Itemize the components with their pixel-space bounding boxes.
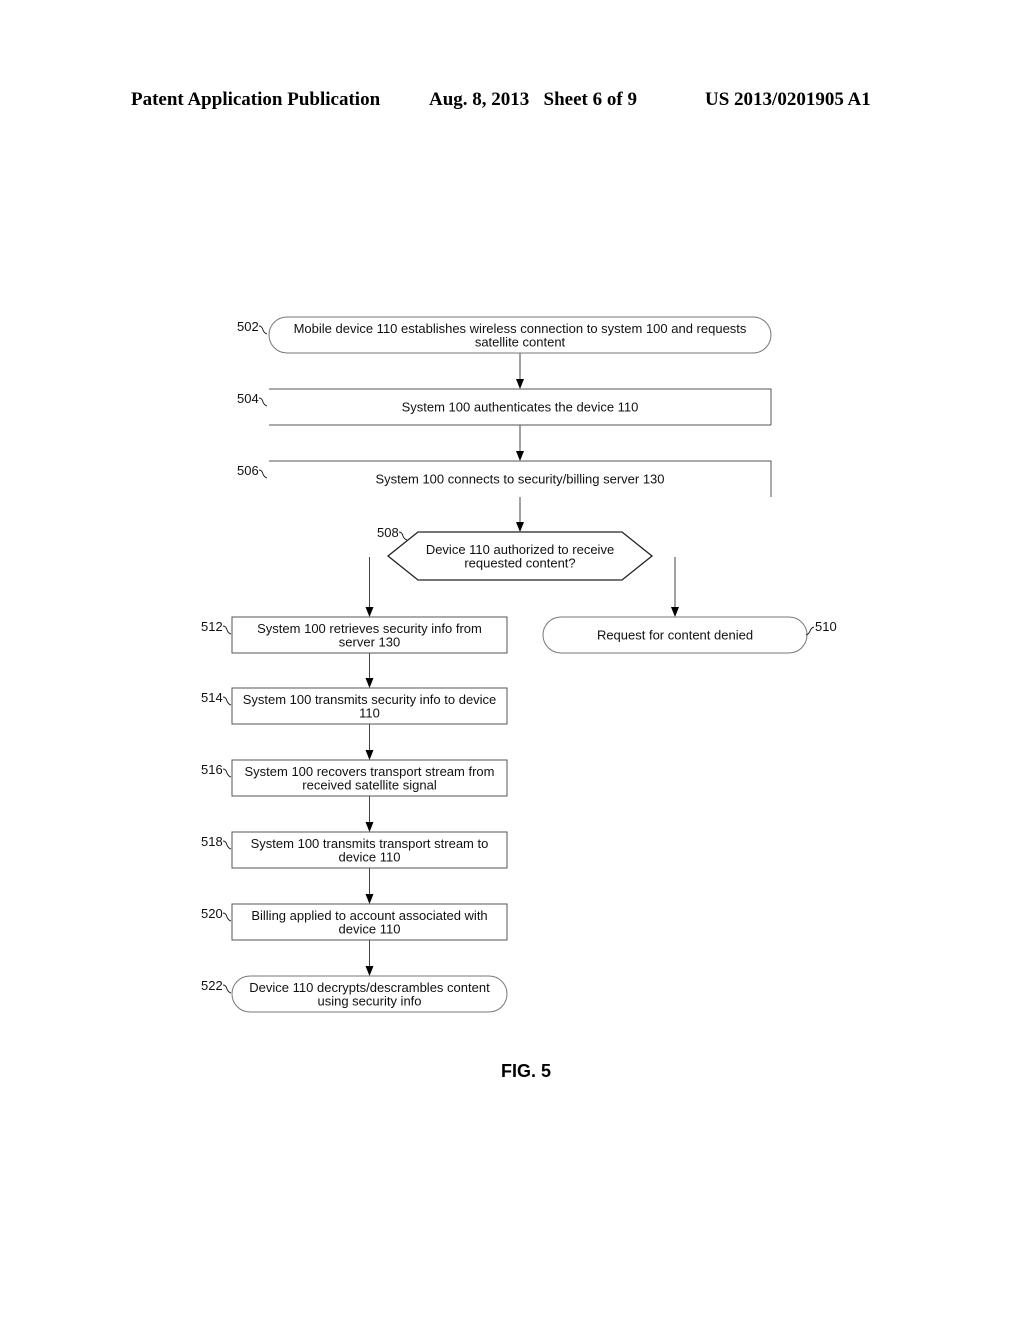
node-516: System 100 recovers transport stream fro… <box>201 759 508 797</box>
node-label-line: device 110 <box>339 921 401 936</box>
edge-514-516 <box>365 724 374 760</box>
node-label-line: using security info <box>317 993 421 1008</box>
edge-508-512 <box>365 557 374 617</box>
edge-520-522 <box>365 940 374 976</box>
node-504: System 100 authenticates the device 110 5… <box>237 388 772 426</box>
flowchart: Mobile device 110 establishes wireless c… <box>201 316 837 1081</box>
reference-numeral: 510 <box>815 619 837 634</box>
reference-numeral: 504 <box>237 391 259 406</box>
edges <box>365 353 679 976</box>
arrowhead-icon <box>516 451 524 461</box>
leader-line <box>258 469 268 479</box>
reference-numeral: 518 <box>201 834 223 849</box>
arrowhead-icon <box>365 822 374 832</box>
node-522: Device 110 decrypts/descrambles contentu… <box>201 975 508 1013</box>
edge-516-518 <box>365 796 374 832</box>
reference-numeral: 502 <box>237 319 259 334</box>
leader-line <box>222 768 232 778</box>
arrowhead-icon <box>516 522 524 532</box>
edge-508-510 <box>671 557 679 617</box>
node-518: System 100 transmits transport stream to… <box>201 831 508 869</box>
leader-line <box>222 840 232 850</box>
node-520: Billing applied to account associated wi… <box>201 903 508 941</box>
leader-line <box>258 397 268 407</box>
node-label-line: device 110 <box>339 849 401 864</box>
edge-518-520 <box>365 868 374 904</box>
leader-line <box>222 984 232 994</box>
edge-506-508 <box>516 497 524 532</box>
leader-line <box>398 531 408 541</box>
leader-line <box>222 625 232 635</box>
node-label-line: server 130 <box>339 634 400 649</box>
node-502: Mobile device 110 establishes wireless c… <box>237 316 772 354</box>
arrowhead-icon <box>516 379 524 389</box>
leader-line <box>222 696 232 706</box>
node-506: System 100 connects to security/billing … <box>237 460 772 497</box>
figure-label: FIG. 5 <box>501 1061 551 1081</box>
node-label-line: System 100 authenticates the device 110 <box>402 400 639 415</box>
arrowhead-icon <box>671 607 679 617</box>
node-label-line: 110 <box>359 705 380 720</box>
edge-504-506 <box>516 425 524 461</box>
edge-512-514 <box>365 653 374 688</box>
arrowhead-icon <box>365 678 374 688</box>
edge-502-504 <box>516 353 524 389</box>
node-512: System 100 retrieves security info froms… <box>201 616 508 654</box>
arrowhead-icon <box>365 966 374 976</box>
arrowhead-icon <box>365 750 374 760</box>
arrowhead-icon <box>365 607 374 617</box>
leader-line <box>258 325 268 335</box>
reference-numeral: 520 <box>201 906 223 921</box>
nodes: Mobile device 110 establishes wireless c… <box>201 316 837 1013</box>
reference-numeral: 522 <box>201 978 223 993</box>
node-label-line: requested content? <box>464 555 575 570</box>
node-510: Request for content denied 510 <box>542 616 837 654</box>
node-label-line: Request for content denied <box>597 628 753 643</box>
arrowhead-icon <box>365 894 374 904</box>
reference-numeral: 516 <box>201 762 223 777</box>
reference-numeral: 508 <box>377 525 399 540</box>
leader-line <box>222 912 232 922</box>
reference-numeral: 512 <box>201 619 223 634</box>
node-508: Device 110 authorized to receiverequeste… <box>377 525 654 581</box>
node-label-line: received satellite signal <box>302 777 437 792</box>
node-label-line: System 100 connects to security/billing … <box>375 472 664 487</box>
reference-numeral: 506 <box>237 463 259 478</box>
node-label-line: satellite content <box>475 334 566 349</box>
reference-numeral: 514 <box>201 690 223 705</box>
node-514: System 100 transmits security info to de… <box>201 687 508 725</box>
